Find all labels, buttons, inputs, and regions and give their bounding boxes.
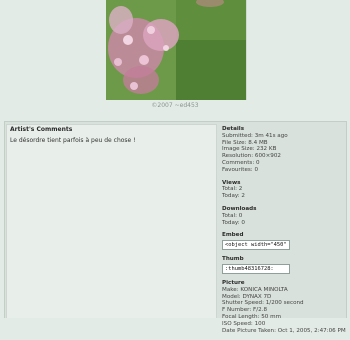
downloads-today: Today: 0 bbox=[222, 219, 245, 226]
resolution-text: Resolution: 600×902 bbox=[222, 153, 281, 160]
thumb-title: Thumb bbox=[222, 256, 244, 263]
file-size-text: File Size: 8.4 MB bbox=[222, 139, 268, 146]
camera-make: Make: KONICA MINOLTA bbox=[222, 286, 288, 293]
photo-copyright: ©2007 ~ed453 bbox=[151, 102, 199, 109]
iso-speed: ISO Speed: 100 bbox=[222, 320, 266, 327]
favourites-count: Favourites: 0 bbox=[222, 166, 259, 173]
embed-title: Embed bbox=[222, 232, 244, 239]
views-title: Views bbox=[222, 179, 241, 186]
details-sidebar: Details Submitted: 3m 41s ago File Size:… bbox=[222, 126, 346, 340]
main-photo[interactable] bbox=[106, 0, 247, 100]
f-number: F Number: F/2.8 bbox=[222, 307, 268, 314]
image-size-text: Image Size: 232 KB bbox=[222, 146, 277, 153]
picture-section: Picture Make: KONICA MINOLTA Model: DYNA… bbox=[222, 280, 346, 334]
camera-model: Model: DYNAX 7D bbox=[222, 293, 272, 300]
views-today: Today: 2 bbox=[222, 193, 245, 200]
artist-comments-text: Le désordre tient parfois à peu de chose… bbox=[10, 137, 136, 144]
embed-code-input[interactable]: <object width="450" heig bbox=[222, 240, 290, 251]
artist-comments-box bbox=[6, 124, 217, 318]
embed-section: Embed <object width="450" heig bbox=[222, 232, 346, 251]
submitted-text: Submitted: 3m 41s ago bbox=[222, 132, 288, 139]
comments-count: Comments: 0 bbox=[222, 159, 260, 166]
thumb-code-input[interactable]: :thumb48316728: bbox=[222, 263, 290, 274]
thumb-section: Thumb :thumb48316728: bbox=[222, 256, 346, 274]
shutter-speed: Shutter Speed: 1/200 second bbox=[222, 300, 304, 307]
downloads-title: Downloads bbox=[222, 205, 257, 212]
focal-length: Focal Length: 50 mm bbox=[222, 313, 282, 320]
downloads-total: Total: 0 bbox=[222, 212, 243, 219]
flower-grass-image bbox=[106, 0, 246, 100]
artist-comments-title: Artist's Comments bbox=[10, 126, 73, 133]
date-taken: Date Picture Taken: Oct 1, 2005, 2:47:06… bbox=[222, 327, 346, 334]
picture-title: Picture bbox=[222, 279, 245, 286]
views-total: Total: 2 bbox=[222, 186, 243, 193]
views-section: Views Total: 2 Today: 2 bbox=[222, 180, 346, 200]
details-title: Details bbox=[222, 126, 245, 132]
downloads-section: Downloads Total: 0 Today: 0 bbox=[222, 206, 346, 226]
details-section: Details Submitted: 3m 41s ago File Size:… bbox=[222, 126, 346, 174]
